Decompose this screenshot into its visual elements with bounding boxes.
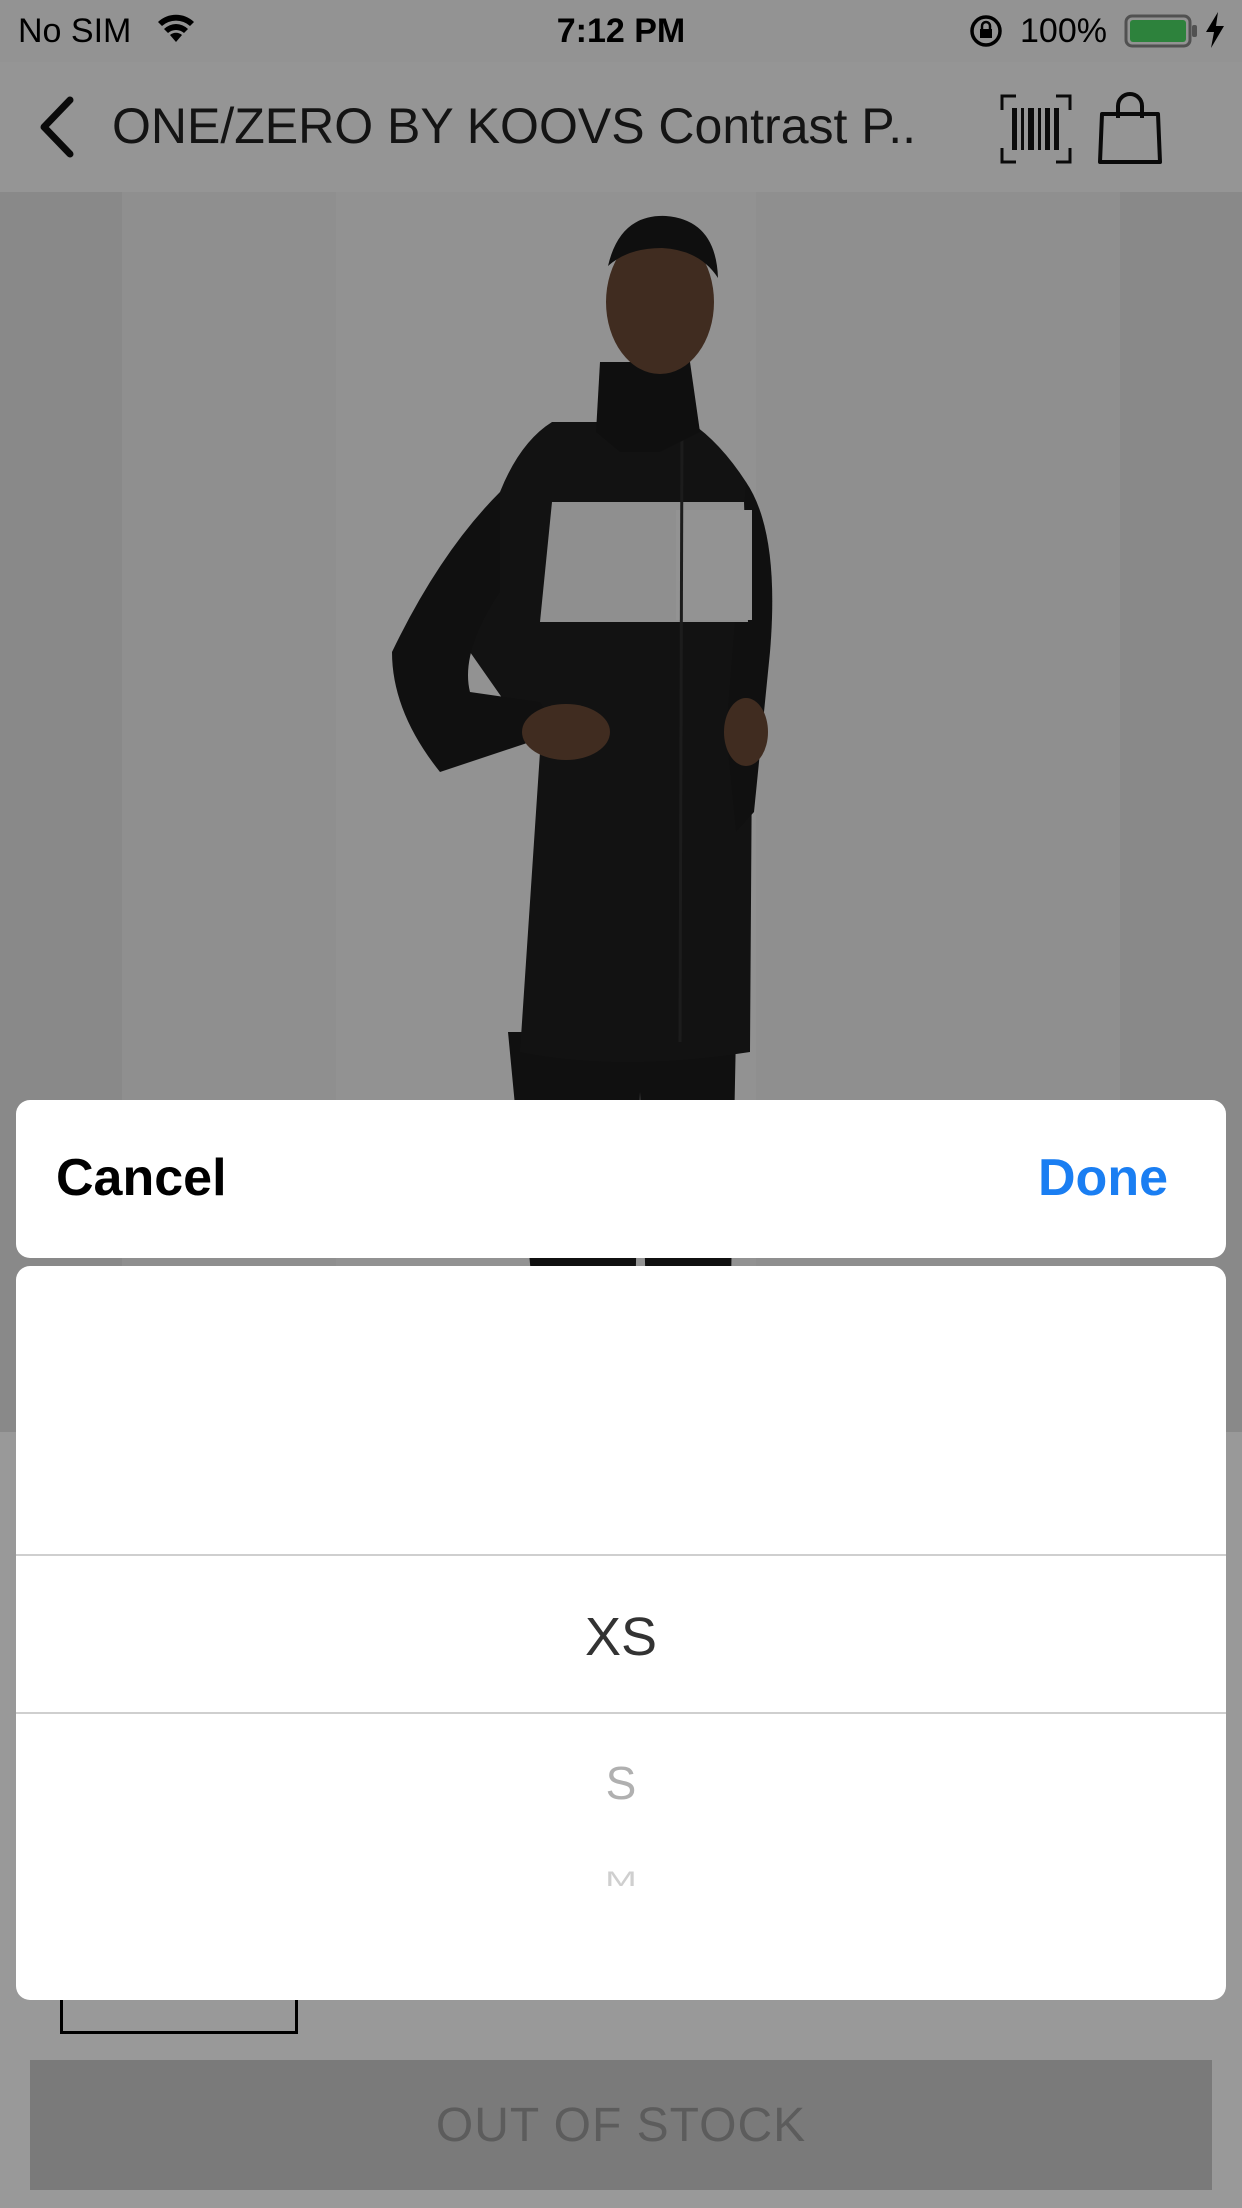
cancel-button[interactable]: Cancel [56,1148,227,1208]
selection-line-bottom [16,1712,1226,1714]
picker-option-selected[interactable]: XS [16,1606,1226,1668]
picker-toolbar: Cancel Done [16,1100,1226,1258]
picker-option[interactable]: S [16,1756,1226,1810]
done-button[interactable]: Done [1038,1148,1168,1208]
selection-line-top [16,1554,1226,1556]
picker-option[interactable]: M [16,1868,1226,1892]
size-picker-wheel[interactable]: XS S M [16,1266,1226,2000]
